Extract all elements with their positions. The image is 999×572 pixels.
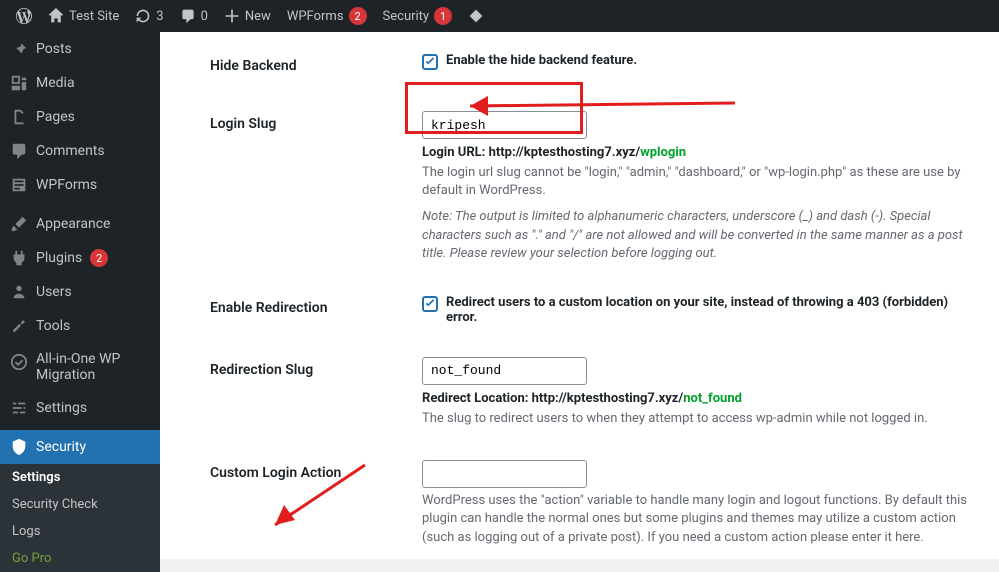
user-icon <box>10 283 28 301</box>
login-slug-desc: The login url slug cannot be "login," "a… <box>422 164 967 200</box>
media-icon <box>10 74 28 92</box>
new-label: New <box>245 9 271 24</box>
admin-bar: Test Site 3 0 New WPForms 2 Security 1 <box>0 0 999 32</box>
comment-icon <box>10 142 28 160</box>
login-url-line: Login URL: http://kptesthosting7.xyz/wpl… <box>422 145 967 160</box>
home-icon <box>48 8 64 24</box>
sidebar-item-appearance[interactable]: Appearance <box>0 207 160 241</box>
comments-count: 0 <box>201 9 208 24</box>
updates-count: 3 <box>156 9 163 24</box>
sidebar-label: Settings <box>36 400 87 416</box>
submenu-settings[interactable]: Settings <box>0 464 160 491</box>
wpforms-link[interactable]: WPForms 2 <box>279 0 375 32</box>
shield-icon <box>10 438 28 456</box>
plug-icon <box>10 249 28 267</box>
settings-content: Hide Backend Enable the hide backend fea… <box>160 32 999 559</box>
sidebar-label: Comments <box>36 143 105 159</box>
custom-login-action-input[interactable] <box>422 460 587 488</box>
login-slug-input[interactable] <box>422 111 587 139</box>
sidebar-label: Appearance <box>36 216 110 232</box>
sidebar-label: Posts <box>36 41 72 57</box>
sidebar-item-pages[interactable]: Pages <box>0 100 160 134</box>
hide-backend-checkbox[interactable] <box>422 54 438 70</box>
sidebar-item-comments[interactable]: Comments <box>0 134 160 168</box>
diamond-icon <box>468 8 484 24</box>
sidebar-item-media[interactable]: Media <box>0 66 160 100</box>
submenu-logs[interactable]: Logs <box>0 518 160 545</box>
update-icon <box>135 8 151 24</box>
wordpress-icon <box>16 8 32 24</box>
pin-icon <box>10 40 28 58</box>
redirection-slug-input[interactable] <box>422 357 587 385</box>
sidebar-label: WPForms <box>36 177 97 193</box>
sidebar-item-plugins[interactable]: Plugins 2 <box>0 241 160 275</box>
sidebar-item-users[interactable]: Users <box>0 275 160 309</box>
security-badge: 1 <box>434 7 452 25</box>
wrench-icon <box>10 317 28 335</box>
sliders-icon <box>10 399 28 417</box>
enable-redirection-checkbox[interactable] <box>422 296 438 312</box>
sidebar-item-security[interactable]: Security <box>0 430 160 464</box>
plus-icon <box>224 8 240 24</box>
extra-icon-link[interactable] <box>460 0 492 32</box>
sidebar-item-wpforms[interactable]: WPForms <box>0 168 160 202</box>
wpforms-label: WPForms <box>287 9 344 24</box>
login-slug-note: Note: The output is limited to alphanume… <box>422 208 967 263</box>
redirect-location-slug: not_found <box>683 391 742 406</box>
sidebar-label: All-in-One WPMigration <box>36 351 120 383</box>
security-submenu: Settings Security Check Logs Go Pro <box>0 464 160 572</box>
wp-logo[interactable] <box>8 0 40 32</box>
form-table: Hide Backend Enable the hide backend fea… <box>208 36 979 559</box>
wpforms-badge: 2 <box>349 7 367 25</box>
login-slug-th: Login Slug <box>210 96 410 278</box>
comments-link[interactable]: 0 <box>172 0 216 32</box>
custom-login-action-th: Custom Login Action <box>210 445 410 559</box>
sidebar-label: Users <box>36 284 72 300</box>
sidebar-label: Media <box>36 75 75 91</box>
enable-redirection-th: Enable Redirection <box>210 280 410 340</box>
updates-link[interactable]: 3 <box>127 0 171 32</box>
redirection-slug-desc: The slug to redirect users to when they … <box>422 410 967 428</box>
sidebar-item-aiowpm[interactable]: All-in-One WPMigration <box>0 343 160 391</box>
sidebar-item-settings[interactable]: Settings <box>0 391 160 425</box>
admin-menu: Posts Media Pages Comments WPForms Appea… <box>0 32 160 559</box>
hide-backend-th: Hide Backend <box>210 38 410 94</box>
security-label: Security <box>383 9 430 24</box>
site-name-label: Test Site <box>69 9 119 24</box>
form-icon <box>10 176 28 194</box>
redirect-location-line: Redirect Location: http://kptesthosting7… <box>422 391 967 406</box>
login-url-slug: wplogin <box>640 145 686 160</box>
sidebar-item-posts[interactable]: Posts <box>0 32 160 66</box>
brush-icon <box>10 215 28 233</box>
custom-login-action-desc: WordPress uses the "action" variable to … <box>422 492 967 547</box>
hide-backend-checkbox-label: Enable the hide backend feature. <box>446 53 637 68</box>
page-icon <box>10 108 28 126</box>
sidebar-label: Plugins <box>36 250 82 266</box>
enable-redirection-checkbox-label: Redirect users to a custom location on y… <box>446 295 967 325</box>
site-name-link[interactable]: Test Site <box>40 0 127 32</box>
sidebar-label: Tools <box>36 318 70 334</box>
migrate-icon <box>10 353 28 371</box>
sidebar-label: Security <box>36 439 86 455</box>
sidebar-label: Pages <box>36 109 75 125</box>
redirection-slug-th: Redirection Slug <box>210 342 410 443</box>
submenu-security-check[interactable]: Security Check <box>0 491 160 518</box>
new-content-link[interactable]: New <box>216 0 279 32</box>
plugins-badge: 2 <box>90 249 108 267</box>
security-link[interactable]: Security 1 <box>375 0 461 32</box>
comment-icon <box>180 8 196 24</box>
sidebar-item-tools[interactable]: Tools <box>0 309 160 343</box>
